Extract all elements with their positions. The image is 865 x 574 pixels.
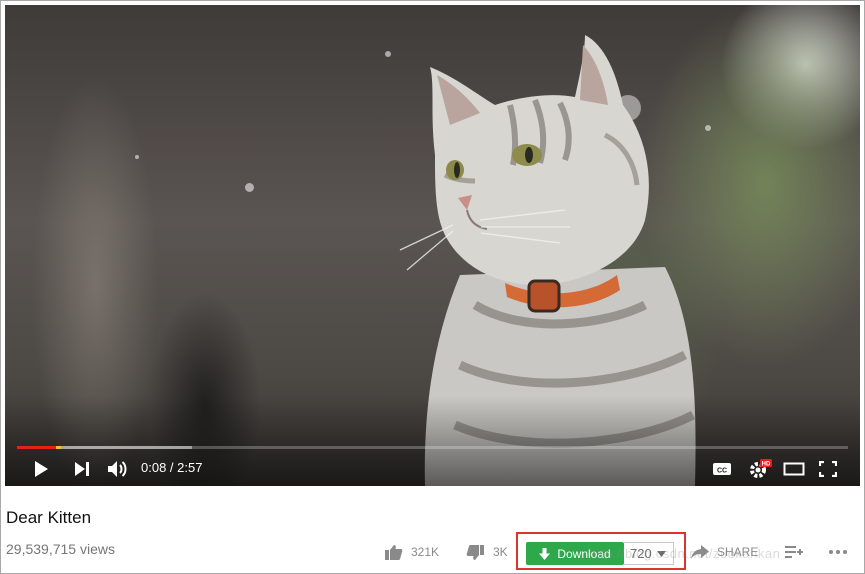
like-button[interactable]: 321K (384, 542, 439, 562)
captions-icon: CC (713, 463, 731, 475)
settings-icon: HD (750, 459, 772, 478)
volume-button[interactable] (103, 455, 133, 483)
more-actions-button[interactable] (829, 542, 855, 562)
download-label: Download (557, 546, 611, 561)
settings-button[interactable]: HD (745, 455, 775, 483)
progress-bar[interactable] (17, 446, 848, 449)
time-display: 0:08 / 2:57 (141, 460, 203, 475)
thumbs-up-icon (385, 544, 403, 560)
progress-played (17, 446, 57, 449)
dislike-button[interactable]: 3K (466, 542, 508, 562)
window-frame: 0:08 / 2:57 CC HD Dear Kitten 29,539,715 (0, 0, 865, 574)
share-icon (691, 545, 709, 559)
download-arrow-icon (539, 547, 551, 560)
more-icon (829, 550, 847, 554)
captions-button[interactable]: CC (707, 455, 737, 483)
next-button[interactable] (67, 455, 97, 483)
fullscreen-button[interactable] (813, 455, 843, 483)
theater-icon (783, 462, 805, 476)
play-button[interactable] (25, 455, 57, 483)
view-count: 29,539,715 views (6, 541, 115, 557)
player-controls: 0:08 / 2:57 CC HD (5, 455, 860, 483)
thumbs-down-icon (466, 544, 484, 560)
dislike-count: 3K (493, 545, 508, 559)
hd-badge: HD (762, 462, 771, 468)
quality-value: 720 (630, 546, 652, 561)
quality-select[interactable]: 720 (624, 542, 674, 565)
like-count: 321K (411, 545, 440, 559)
fullscreen-icon (819, 461, 837, 477)
video-title: Dear Kitten (6, 508, 92, 527)
play-icon (35, 461, 48, 477)
progress-marker (56, 446, 62, 449)
video-player[interactable]: 0:08 / 2:57 CC HD (5, 5, 860, 486)
svg-text:CC: CC (717, 468, 727, 475)
download-button[interactable]: Download (526, 542, 624, 565)
add-to-playlist-button[interactable] (785, 542, 811, 562)
volume-icon (108, 461, 127, 477)
share-label: SHARE (717, 545, 759, 559)
next-icon (75, 462, 89, 476)
chevron-down-icon (656, 550, 666, 557)
share-button[interactable]: SHARE (691, 542, 758, 562)
add-to-playlist-icon (785, 546, 803, 558)
theater-mode-button[interactable] (779, 455, 809, 483)
